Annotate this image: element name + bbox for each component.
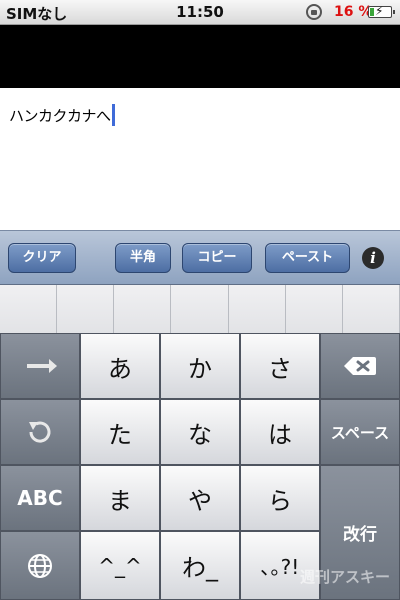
text-editor[interactable]: ハンカクカナへ <box>0 88 400 230</box>
battery-icon: ⚡ <box>368 4 395 18</box>
copy-button[interactable]: コピー <box>182 243 252 273</box>
arrow-right-icon <box>27 359 57 373</box>
key-na[interactable]: な <box>160 399 240 465</box>
kana-keyboard: あ か さ た な は スペース ABC ま や ら 改行 ^_^ わ_ ､｡?… <box>0 333 400 600</box>
key-ra[interactable]: ら <box>240 465 320 531</box>
candidate-slot[interactable] <box>114 285 172 333</box>
globe-key[interactable] <box>0 531 80 600</box>
abc-key[interactable]: ABC <box>0 465 80 531</box>
watermark: 週刊アスキー <box>300 568 391 586</box>
charging-icon: ⚡ <box>375 4 384 18</box>
paste-button[interactable]: ペースト <box>265 243 350 273</box>
key-a[interactable]: あ <box>80 333 160 399</box>
text-caret <box>111 104 115 126</box>
key-wa[interactable]: わ_ <box>160 531 240 600</box>
candidate-slot[interactable] <box>228 285 286 333</box>
toolbar: クリア 半角 コピー ペースト i <box>0 230 400 285</box>
candidate-slot[interactable] <box>285 285 343 333</box>
candidate-slot[interactable] <box>0 285 58 333</box>
key-sa[interactable]: さ <box>240 333 320 399</box>
key-ma[interactable]: ま <box>80 465 160 531</box>
candidate-slot[interactable] <box>57 285 115 333</box>
editor-content: ハンカクカナへ <box>9 104 115 126</box>
battery-percent: 16 % <box>334 4 373 20</box>
candidate-slot[interactable] <box>171 285 229 333</box>
status-bar: SIMなし 11:50 16 % ⚡ <box>0 0 400 25</box>
candidate-bar <box>0 285 400 333</box>
clear-button[interactable]: クリア <box>8 243 76 273</box>
editor-text: ハンカクカナへ <box>9 107 111 125</box>
rotation-lock-icon <box>306 4 322 20</box>
globe-icon <box>28 553 52 578</box>
key-ta[interactable]: た <box>80 399 160 465</box>
candidate-slot[interactable] <box>342 285 400 333</box>
info-icon[interactable]: i <box>362 247 384 269</box>
key-ka[interactable]: か <box>160 333 240 399</box>
delete-icon <box>344 357 376 375</box>
key-emoticon[interactable]: ^_^ <box>80 531 160 600</box>
key-ha[interactable]: は <box>240 399 320 465</box>
next-input-key[interactable] <box>0 333 80 399</box>
battery-level <box>370 8 374 16</box>
delete-key[interactable] <box>320 333 400 399</box>
key-ya[interactable]: や <box>160 465 240 531</box>
undo-key[interactable] <box>0 399 80 465</box>
space-key[interactable]: スペース <box>320 399 400 465</box>
header-band <box>0 25 400 88</box>
undo-icon <box>29 421 51 443</box>
halfwidth-button[interactable]: 半角 <box>115 243 171 273</box>
